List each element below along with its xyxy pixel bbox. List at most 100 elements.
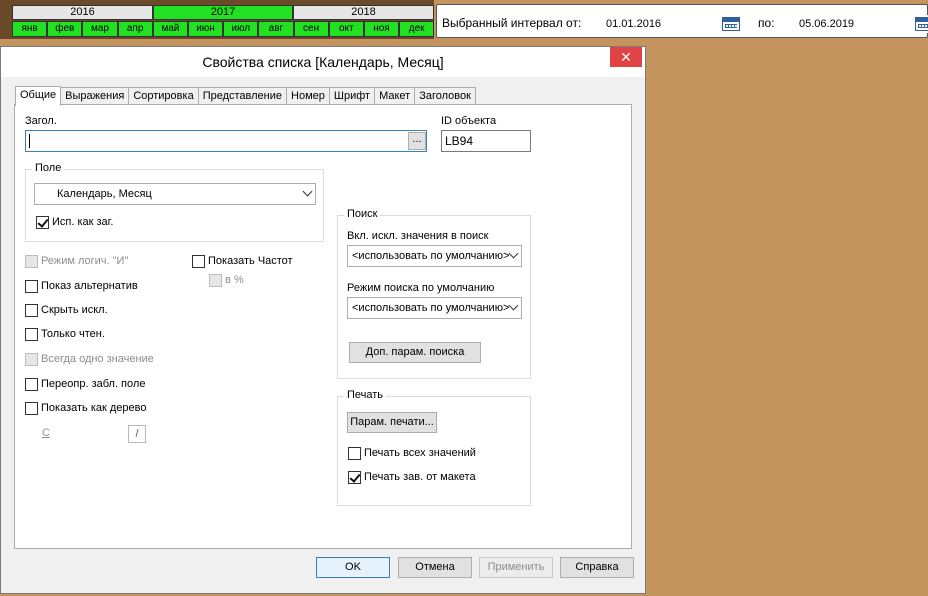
include-excluded-select[interactable]: <использовать по умолчанию>: [347, 245, 522, 267]
chevron-down-icon: [508, 300, 519, 311]
always-one-label: Всегда одно значение: [41, 353, 154, 365]
field-group-title: Поле: [32, 162, 65, 174]
logic-and-label: Режим логич. "И": [41, 255, 129, 267]
year-row: 2016 2017 2018: [12, 5, 434, 20]
dialog-titlebar[interactable]: Свойства списка [Календарь, Месяц] ✕: [1, 47, 645, 77]
month-cell[interactable]: апр: [117, 21, 153, 37]
print-params-button[interactable]: Парам. печати...: [347, 412, 437, 433]
ok-button[interactable]: OK: [316, 557, 390, 578]
always-one-checkbox[interactable]: [25, 352, 38, 366]
month-cell[interactable]: авг: [258, 21, 294, 37]
always-one-row: Всегда одно значение: [25, 351, 154, 367]
default-search-mode-select[interactable]: <использовать по умолчанию>: [347, 297, 522, 319]
override-locked-row[interactable]: Переопр. забл. поле: [25, 376, 145, 392]
chevron-down-icon: [302, 186, 313, 197]
interval-panel: Выбранный интервал от: 01.01.2016 по: 05…: [436, 4, 928, 38]
override-locked-checkbox[interactable]: [25, 377, 38, 391]
calendar-strip: 2016 2017 2018 янв фев мар апр май июн и…: [0, 0, 435, 39]
field-select-value: Календарь, Месяц: [57, 188, 152, 200]
extra-search-params-button[interactable]: Доп. парам. поиска: [349, 342, 481, 363]
tab-general[interactable]: Общие: [15, 86, 62, 106]
read-only-label: Только чтен.: [41, 328, 105, 340]
show-frequency-checkbox[interactable]: [192, 254, 205, 268]
print-all-row[interactable]: Печать всех значений: [348, 445, 476, 461]
year-2017[interactable]: 2017: [153, 5, 293, 20]
show-frequency-label: Показать Частот: [208, 255, 293, 267]
print-by-layout-row[interactable]: Печать зав. от макета: [348, 469, 476, 485]
include-excluded-label: Вкл. искл. значения в поиск: [347, 230, 489, 242]
show-alternatives-row[interactable]: Показ альтернатив: [25, 278, 138, 294]
use-as-title-label: Исп. как заг.: [52, 216, 114, 228]
show-alternatives-checkbox[interactable]: [25, 279, 38, 293]
print-all-checkbox[interactable]: [348, 446, 361, 460]
month-cell[interactable]: май: [152, 21, 188, 37]
apply-button[interactable]: Применить: [479, 557, 553, 578]
month-cell[interactable]: янв: [12, 21, 48, 37]
object-id-input[interactable]: LB94: [441, 130, 531, 152]
tab-font[interactable]: Шрифт: [328, 87, 376, 105]
calendar-icon[interactable]: [722, 17, 740, 31]
print-group-title: Печать: [344, 389, 387, 401]
show-as-tree-checkbox[interactable]: [25, 401, 38, 415]
hide-excluded-label: Скрыть искл.: [41, 304, 108, 316]
print-all-label: Печать всех значений: [364, 447, 476, 459]
read-only-row[interactable]: Только чтен.: [25, 326, 105, 342]
search-group-title: Поиск: [344, 208, 381, 220]
tab-caption[interactable]: Заголовок: [414, 87, 476, 105]
month-cell[interactable]: фев: [47, 21, 83, 37]
month-cell[interactable]: окт: [328, 21, 364, 37]
list-properties-dialog: Свойства списка [Календарь, Месяц] ✕ Общ…: [0, 46, 646, 594]
hide-excluded-row[interactable]: Скрыть искл.: [25, 302, 108, 318]
title-input[interactable]: [25, 130, 427, 152]
date-from-field[interactable]: 01.01.2016: [600, 15, 740, 33]
tab-expressions[interactable]: Выражения: [60, 87, 130, 105]
interval-to-label: по:: [758, 16, 775, 30]
month-cell[interactable]: июл: [223, 21, 259, 37]
chevron-down-icon: [508, 248, 519, 259]
print-group: Печать Парам. печати... Печать всех знач…: [337, 389, 531, 506]
default-search-mode-label: Режим поиска по умолчанию: [347, 282, 495, 294]
show-frequency-row[interactable]: Показать Частот: [192, 253, 293, 269]
show-as-tree-row[interactable]: Показать как дерево: [25, 400, 146, 416]
date-to-field[interactable]: 05.06.2019: [793, 15, 928, 33]
object-id-label: ID объекта: [441, 115, 497, 127]
title-expression-button[interactable]: ...: [408, 132, 426, 150]
show-alternatives-label: Показ альтернатив: [41, 280, 138, 292]
hide-excluded-checkbox[interactable]: [25, 303, 38, 317]
dialog-title: Свойства списка [Календарь, Месяц]: [202, 54, 444, 70]
month-row: янв фев мар апр май июн июл авг сен окт …: [12, 21, 435, 37]
month-cell[interactable]: сен: [293, 21, 329, 37]
use-as-title-row[interactable]: Исп. как заг.: [36, 214, 113, 230]
date-from-value: 01.01.2016: [606, 18, 662, 30]
tree-separator-field[interactable]: /: [128, 425, 146, 443]
print-by-layout-label: Печать зав. от макета: [364, 471, 476, 483]
year-2016[interactable]: 2016: [12, 5, 153, 20]
show-as-tree-label: Показать как дерево: [41, 402, 147, 414]
in-percent-row: в %: [209, 272, 244, 288]
in-percent-label: в %: [225, 274, 244, 286]
read-only-checkbox[interactable]: [25, 327, 38, 341]
help-button[interactable]: Справка: [560, 557, 634, 578]
year-2018[interactable]: 2018: [293, 5, 434, 20]
logic-and-checkbox[interactable]: [25, 254, 38, 268]
print-by-layout-checkbox[interactable]: [348, 470, 361, 484]
calendar-icon[interactable]: [915, 17, 928, 31]
text-caret: [29, 134, 30, 148]
month-cell[interactable]: ноя: [363, 21, 400, 37]
use-as-title-checkbox[interactable]: [36, 215, 49, 229]
tab-presentation[interactable]: Представление: [197, 87, 288, 105]
month-cell[interactable]: мар: [82, 21, 118, 37]
field-group: Поле Календарь, Месяц Исп. как заг.: [25, 162, 324, 242]
include-excluded-value: <использовать по умолчанию>: [352, 250, 510, 262]
close-icon: ✕: [620, 49, 632, 65]
default-search-mode-value: <использовать по умолчанию>: [352, 302, 510, 314]
month-cell[interactable]: июн: [187, 21, 224, 37]
cancel-button[interactable]: Отмена: [398, 557, 472, 578]
month-cell[interactable]: дек: [399, 21, 435, 37]
field-select[interactable]: Календарь, Месяц: [34, 183, 316, 205]
tab-number[interactable]: Номер: [286, 87, 330, 105]
tab-sorting[interactable]: Сортировка: [128, 87, 199, 105]
tab-layout[interactable]: Макет: [374, 87, 416, 105]
in-percent-checkbox[interactable]: [209, 273, 222, 287]
close-button[interactable]: ✕: [610, 47, 642, 67]
